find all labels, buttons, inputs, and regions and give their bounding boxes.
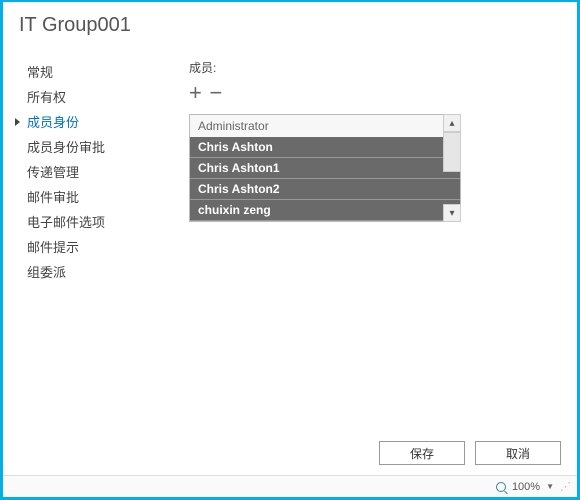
member-row[interactable]: Chris Ashton bbox=[190, 137, 460, 158]
scroll-up-button[interactable]: ▴ bbox=[443, 114, 461, 132]
chevron-up-icon: ▴ bbox=[449, 118, 454, 129]
add-member-button[interactable]: + bbox=[189, 82, 202, 104]
status-bar: 100% ▼ ⋰ bbox=[3, 475, 577, 497]
sidebar-item-0[interactable]: 常规 bbox=[19, 59, 149, 84]
sidebar-item-3[interactable]: 成员身份审批 bbox=[19, 134, 149, 159]
scroll-thumb[interactable] bbox=[443, 132, 461, 172]
sidebar: 常规所有权成员身份成员身份审批传递管理邮件审批电子邮件选项邮件提示组委派 bbox=[19, 59, 149, 284]
chevron-down-icon: ▾ bbox=[449, 208, 454, 219]
members-label: 成员: bbox=[189, 59, 561, 76]
member-row[interactable]: Chris Ashton2 bbox=[190, 179, 460, 200]
remove-member-button[interactable]: − bbox=[209, 82, 222, 104]
sidebar-item-5[interactable]: 邮件审批 bbox=[19, 184, 149, 209]
members-listbox[interactable]: AdministratorChris AshtonChris Ashton1Ch… bbox=[189, 114, 461, 222]
page-title: IT Group001 bbox=[3, 2, 577, 59]
save-button[interactable]: 保存 bbox=[379, 441, 465, 465]
member-row[interactable]: chuixin zeng bbox=[190, 200, 460, 221]
scroll-down-button[interactable]: ▾ bbox=[443, 204, 461, 222]
member-row[interactable]: Administrator bbox=[190, 115, 460, 137]
sidebar-item-2[interactable]: 成员身份 bbox=[19, 109, 149, 134]
sidebar-item-6[interactable]: 电子邮件选项 bbox=[19, 209, 149, 234]
main-panel: 成员: + − AdministratorChris AshtonChris A… bbox=[149, 59, 561, 284]
sidebar-item-7[interactable]: 邮件提示 bbox=[19, 234, 149, 259]
sidebar-item-8[interactable]: 组委派 bbox=[19, 259, 149, 284]
sidebar-item-4[interactable]: 传递管理 bbox=[19, 159, 149, 184]
resize-grip-icon: ⋰ bbox=[560, 480, 569, 493]
zoom-icon bbox=[496, 482, 506, 492]
member-row[interactable]: Chris Ashton1 bbox=[190, 158, 460, 179]
zoom-dropdown-caret[interactable]: ▼ bbox=[546, 482, 554, 491]
sidebar-item-1[interactable]: 所有权 bbox=[19, 84, 149, 109]
cancel-button[interactable]: 取消 bbox=[475, 441, 561, 465]
zoom-level: 100% bbox=[512, 481, 540, 493]
